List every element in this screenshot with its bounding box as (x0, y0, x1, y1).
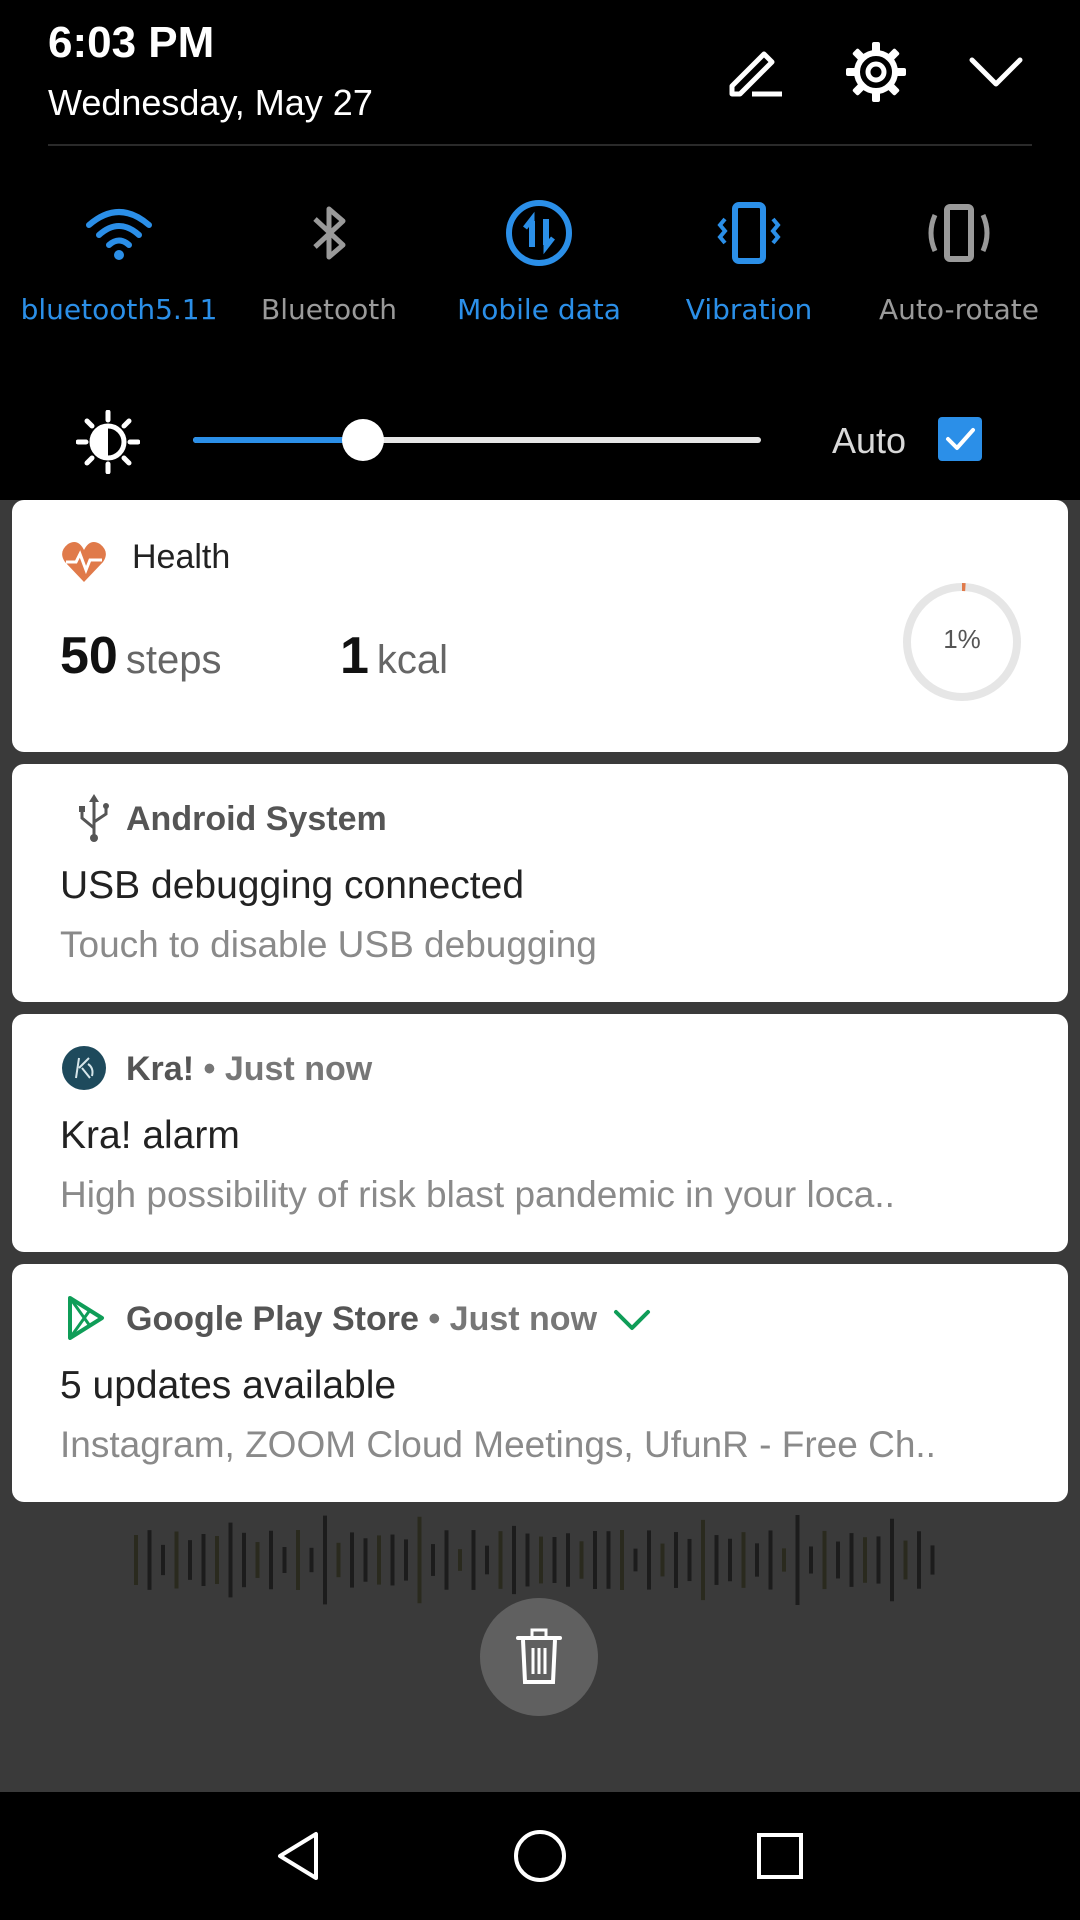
notification-app-name: Android System (126, 800, 387, 838)
brightness-slider-fill (193, 437, 363, 443)
health-icon (62, 542, 106, 582)
health-app-name: Health (132, 538, 231, 576)
tile-label: Vibration (685, 293, 813, 326)
brightness-slider-thumb[interactable] (342, 419, 384, 461)
notification-title: 5 updates available (60, 1364, 397, 1407)
steps-value: 50 (60, 627, 118, 685)
steps-unit: steps (125, 638, 222, 682)
tile-vibration[interactable]: Vibration (644, 195, 854, 345)
clock: 6:03 PM (48, 18, 215, 67)
quick-settings-panel: 6:03 PM Wednesday, May 27 bluetooth5.11 … (0, 0, 1080, 500)
tile-auto-rotate[interactable]: Auto-rotate (854, 195, 1064, 345)
kra-app-icon (62, 1046, 106, 1090)
tile-label: bluetooth5.11 (20, 293, 218, 326)
tile-wifi[interactable]: bluetooth5.11 (14, 195, 224, 345)
notification-header: Google Play Store • Just now (126, 1300, 652, 1339)
notification-app-name: Kra! (126, 1050, 195, 1088)
navigation-bar (0, 1792, 1080, 1920)
kcal-value: 1 (340, 627, 369, 685)
edit-icon[interactable] (724, 40, 788, 104)
auto-brightness-checkbox[interactable] (938, 417, 982, 461)
expand-chevron-icon[interactable] (612, 1306, 652, 1336)
notification-time: Just now (224, 1050, 373, 1088)
kcal-unit: kcal (376, 638, 449, 682)
quick-tiles: bluetooth5.11 Bluetooth Mobile data Vibr… (0, 195, 1080, 345)
notification-header: Kra! • Just now (126, 1050, 372, 1089)
notification-body: Touch to disable USB debugging (60, 924, 597, 965)
brightness-icon (76, 410, 140, 474)
separator: • (428, 1300, 441, 1338)
back-icon[interactable] (270, 1826, 330, 1886)
notification-app-name: Google Play Store (126, 1300, 419, 1338)
tile-label: Bluetooth (261, 293, 397, 326)
notification-card[interactable]: Android System USB debugging connected T… (12, 764, 1068, 1002)
recents-icon[interactable] (750, 1826, 810, 1886)
kcal-stat: 1 kcal (340, 626, 448, 686)
trash-icon (516, 1628, 562, 1684)
notification-time: Just now (449, 1300, 598, 1338)
header-divider (48, 144, 1032, 146)
separator: • (203, 1050, 216, 1088)
brightness-slider-track[interactable] (193, 437, 761, 443)
progress-label: 1% (943, 624, 981, 654)
play-store-icon (68, 1296, 104, 1340)
wallpaper-waveform (134, 1515, 935, 1605)
tile-mobile-data[interactable]: Mobile data (434, 195, 644, 345)
brightness-row: Auto (0, 400, 1080, 480)
vibration-icon (717, 202, 781, 264)
settings-icon[interactable] (844, 40, 908, 104)
mobile-data-icon (506, 200, 572, 266)
notification-body: Instagram, ZOOM Cloud Meetings, UfunR - … (60, 1424, 936, 1465)
auto-rotate-icon (928, 204, 990, 262)
date: Wednesday, May 27 (48, 82, 373, 123)
wifi-icon (86, 209, 152, 260)
tile-label: Auto-rotate (878, 293, 1039, 326)
tile-bluetooth[interactable]: Bluetooth (224, 195, 434, 345)
notification-title: USB debugging connected (60, 864, 525, 907)
notification-body: High possibility of risk blast pandemic … (60, 1174, 895, 1215)
chevron-down-icon[interactable] (964, 40, 1028, 104)
health-card[interactable]: Health 50 steps 1 kcal 1% (12, 500, 1068, 752)
auto-brightness-label: Auto (832, 420, 907, 461)
notification-card[interactable]: Google Play Store • Just now 5 updates a… (12, 1264, 1068, 1502)
notification-card[interactable]: Kra! • Just now Kra! alarm High possibil… (12, 1014, 1068, 1252)
usb-icon (79, 794, 109, 842)
clear-all-button[interactable] (480, 1598, 598, 1716)
tile-label: Mobile data (457, 293, 621, 326)
notification-title: Kra! alarm (60, 1114, 240, 1157)
home-icon[interactable] (510, 1826, 570, 1886)
steps-stat: 50 steps (60, 626, 221, 686)
bluetooth-icon (313, 206, 346, 260)
